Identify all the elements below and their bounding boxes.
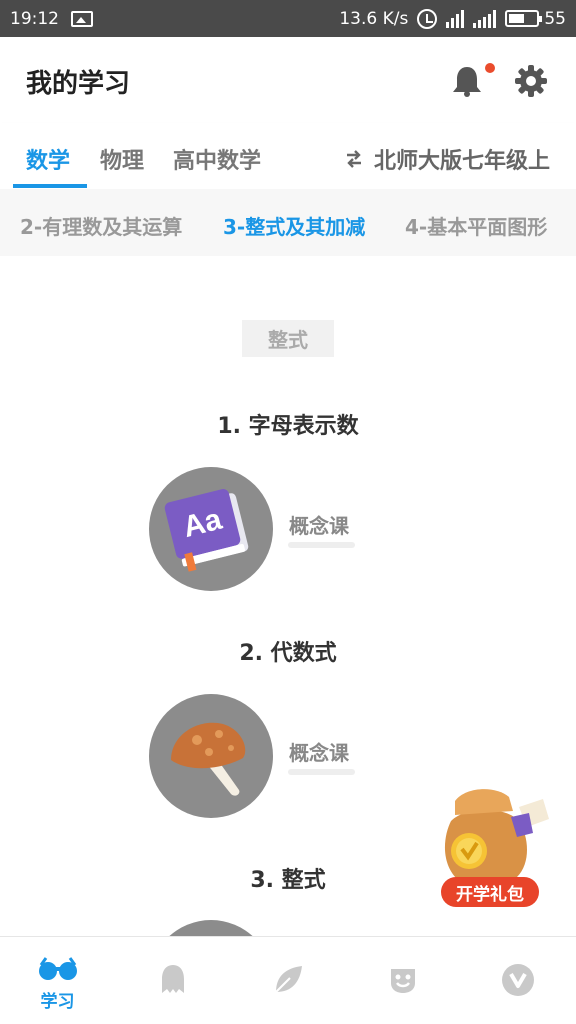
active-tab-indicator xyxy=(13,184,87,188)
bottom-nav: 学习 xyxy=(0,936,576,1024)
chapter-tab-3[interactable]: 3-整式及其加减 xyxy=(223,211,365,240)
status-time: 19:12 xyxy=(10,8,59,29)
page-title: 我的学习 xyxy=(26,69,131,99)
tab-physics[interactable]: 物理 xyxy=(100,143,144,175)
v-icon xyxy=(501,964,534,996)
chapter-tab-4[interactable]: 4-基本平面图形 xyxy=(405,211,547,240)
lesson-title: 1. 字母表示数 xyxy=(217,414,359,439)
nav-study[interactable]: 学习 xyxy=(0,937,115,1024)
gift-bag-button[interactable]: 开学礼包 xyxy=(437,781,553,911)
version-switch[interactable]: 北师大版七年级上 xyxy=(344,143,550,175)
tab-math[interactable]: 数学 xyxy=(26,143,70,175)
ghost-icon xyxy=(161,965,184,993)
nav-tab-3[interactable] xyxy=(230,937,345,1024)
battery-icon xyxy=(505,10,543,27)
bell-icon[interactable] xyxy=(452,63,495,97)
status-bar: 19:12 13.6 K/s 55 xyxy=(0,0,576,37)
subject-tabs: 数学 物理 高中数学 北师大版七年级上 xyxy=(0,123,576,189)
lesson-type-label: 概念课 xyxy=(289,514,349,538)
glasses-icon xyxy=(38,957,77,980)
nav-study-label: 学习 xyxy=(40,992,75,1012)
mushroom-icon xyxy=(171,722,246,796)
gift-label: 开学礼包 xyxy=(441,877,539,907)
lesson-title: 2. 代数式 xyxy=(239,641,337,666)
gallery-icon xyxy=(71,10,93,27)
version-label: 北师大版七年级上 xyxy=(373,149,550,174)
gift-bag-icon xyxy=(444,789,549,887)
lesson-progress-bar xyxy=(288,542,355,548)
net-speed: 13.6 K/s xyxy=(339,8,409,29)
lesson-type-label: 概念课 xyxy=(289,741,349,765)
section-tag: 整式 xyxy=(242,320,334,357)
notification-dot xyxy=(485,63,495,73)
lesson-button-3[interactable] xyxy=(149,920,273,936)
battery-percent: 55 xyxy=(544,8,566,29)
signal-icon xyxy=(473,9,497,28)
smile-icon xyxy=(390,969,415,993)
chapter-tabs: 2-有理数及其运算 3-整式及其加减 4-基本平面图形 xyxy=(0,189,576,256)
lesson-button-2[interactable] xyxy=(149,694,273,818)
leaf-icon xyxy=(274,966,302,993)
tab-highschool-math[interactable]: 高中数学 xyxy=(173,143,261,175)
gear-icon[interactable] xyxy=(514,64,548,98)
lesson-button-1[interactable]: Aa xyxy=(149,467,273,591)
nav-tab-2[interactable] xyxy=(115,937,230,1024)
lesson-progress-bar xyxy=(288,769,355,775)
nav-tab-5[interactable] xyxy=(460,937,575,1024)
swap-icon xyxy=(346,150,361,168)
chapter-tab-2[interactable]: 2-有理数及其运算 xyxy=(20,211,182,240)
book-icon: Aa xyxy=(164,489,249,572)
4g-signal-icon xyxy=(446,9,465,28)
nav-tab-4[interactable] xyxy=(345,937,460,1024)
alarm-icon xyxy=(417,8,438,29)
status-icons: 13.6 K/s 55 xyxy=(339,8,566,29)
app-header: 我的学习 xyxy=(0,37,576,123)
